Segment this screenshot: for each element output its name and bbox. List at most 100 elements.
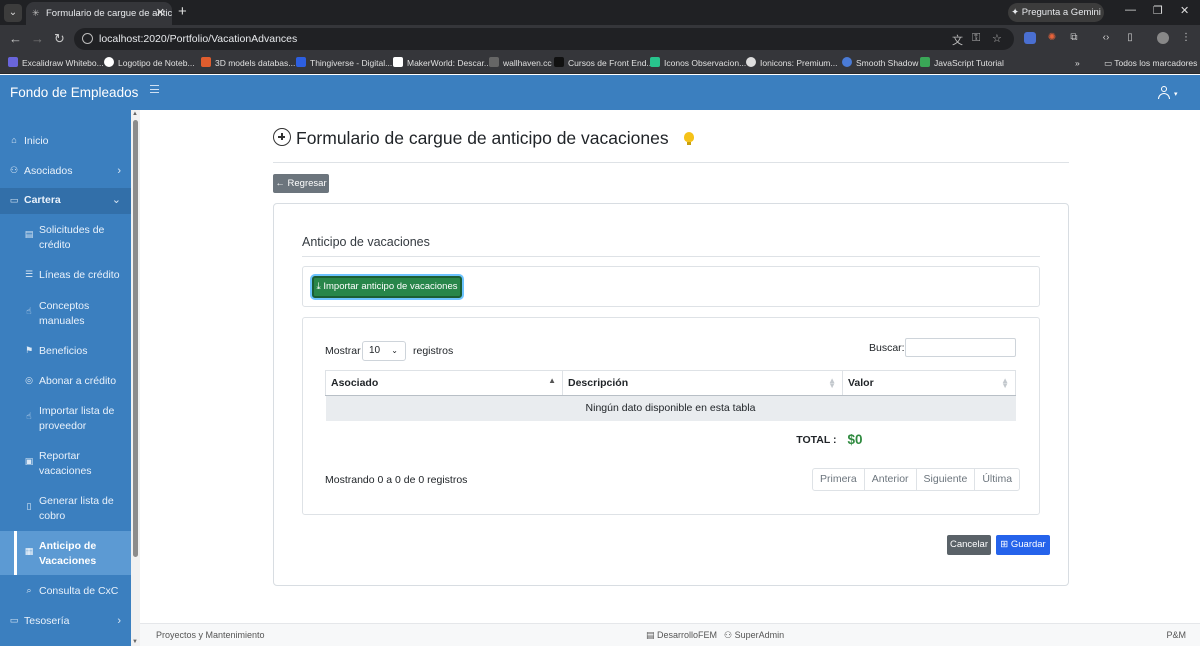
bookmark-item[interactable]: Smooth Shadow	[842, 57, 918, 70]
forward-arrow-icon[interactable]: →	[31, 31, 44, 47]
coin-icon: ◎	[25, 375, 33, 385]
datatable-container: Mostrar 10 ⌄ registros Buscar: Asociado …	[302, 317, 1040, 515]
page-size-select[interactable]: 10 ⌄	[362, 341, 406, 361]
menu-toggle-icon[interactable]	[150, 85, 159, 93]
extension-icon[interactable]	[1024, 32, 1036, 44]
sidebar-item-generar-lista[interactable]: ▯ Generar lista de cobro	[0, 494, 131, 524]
tab-search-icon[interactable]: ⌄	[4, 4, 22, 22]
minimize-icon[interactable]: —	[1125, 4, 1136, 16]
sidebar-item-abonar[interactable]: ◎ Abonar a crédito	[0, 374, 131, 389]
tab-close-icon[interactable]: ✕	[156, 2, 165, 25]
user-icon[interactable]	[1158, 86, 1170, 99]
bookmark-item[interactable]: Iconos Observacion...	[650, 57, 746, 70]
trash-icon[interactable]: ▯	[1124, 32, 1136, 44]
bookmark-favicon-icon	[842, 57, 852, 67]
pager-previous[interactable]: Anterior	[865, 469, 917, 490]
maximize-icon[interactable]: ❐	[1153, 4, 1163, 17]
main-content: Formulario de cargue de anticipo de vaca…	[140, 110, 1200, 623]
pager-next[interactable]: Siguiente	[917, 469, 976, 490]
sidebar-item-lineas[interactable]: ☰ Líneas de crédito	[0, 268, 131, 283]
save-button[interactable]: ⊞ Guardar	[996, 535, 1050, 555]
bookmark-item[interactable]: Cursos de Front End...	[554, 57, 654, 70]
sort-icon: ▲ ▼	[828, 376, 836, 390]
sidebar-item-tesoreria[interactable]: ▭ Tesosería ›	[0, 614, 131, 629]
bookmarks-overflow-icon[interactable]: »	[1075, 57, 1080, 70]
scroll-up-icon[interactable]: ▲	[132, 111, 138, 117]
bookmark-item[interactable]: Logotipo de Noteb...	[104, 57, 195, 70]
app-brand[interactable]: Fondo de Empleados	[10, 75, 138, 110]
bookmark-favicon-icon	[746, 57, 756, 67]
bookmark-item[interactable]: Excalidraw Whitebo...	[8, 57, 104, 70]
treasury-icon: ▭	[9, 615, 19, 625]
footer: Proyectos y Mantenimiento ▤ DesarrolloFE…	[140, 623, 1200, 646]
calendar-icon: ▦	[24, 546, 34, 556]
lightbulb-icon[interactable]	[684, 132, 694, 145]
pager-first[interactable]: Primera	[813, 469, 865, 490]
total-row: TOTAL : $0	[326, 421, 1016, 459]
bookmark-item[interactable]: Thingiverse - Digital...	[296, 57, 392, 70]
sort-asc-icon: ▲	[548, 376, 556, 385]
file-icon: ▯	[26, 501, 32, 511]
site-info-icon[interactable]	[82, 33, 93, 44]
sidebar-item-anticipo[interactable]: ▦ Anticipo de Vacaciones	[0, 531, 131, 575]
active-indicator	[14, 531, 17, 575]
column-header-descripcion[interactable]: Descripción ▲ ▼	[562, 370, 843, 396]
bookmark-item[interactable]: wallhaven.cc	[489, 57, 552, 70]
sidebar-scrollbar[interactable]: ▲ ▼	[131, 110, 140, 646]
sidebar-item-solicitudes[interactable]: ▤ Solicitudes de crédito	[0, 223, 131, 253]
sidebar-item-cartera[interactable]: ▭ Cartera ⌄	[0, 188, 131, 214]
bookmark-item[interactable]: 3D models databas...	[201, 57, 295, 70]
sidebar-item-inicio[interactable]: ⌂ Inicio	[0, 134, 131, 149]
sidebar-item-asociados[interactable]: ⚇ Asociados ›	[0, 164, 131, 179]
browser-toolbar: ← → ↻ localhost:2020/Portfolio/VacationA…	[0, 25, 1200, 53]
browser-menu-icon[interactable]: ⋮	[1180, 32, 1192, 44]
column-header-valor[interactable]: Valor ▲ ▼	[842, 370, 1016, 396]
devtools-icon[interactable]: ‹›	[1100, 32, 1112, 44]
sidebar-item-consulta[interactable]: ⌕ Consulta de CxC	[0, 584, 131, 599]
extension-burst-icon[interactable]: ✺	[1046, 32, 1058, 44]
import-section: ⤓ Importar anticipo de vacaciones	[302, 266, 1040, 307]
bookmark-star-icon[interactable]: ☆	[992, 32, 1002, 45]
bookmark-item[interactable]: MakerWorld: Descar...	[393, 57, 491, 70]
translate-icon[interactable]: 文	[952, 32, 963, 48]
new-tab-button[interactable]: +	[178, 3, 187, 21]
scroll-down-icon[interactable]: ▼	[132, 639, 138, 645]
report-icon: ▣	[24, 456, 34, 466]
table-row: Ningún dato disponible en esta tabla	[325, 395, 1016, 421]
bookmark-favicon-icon	[489, 57, 499, 67]
password-key-icon[interactable]: ⚿	[972, 32, 980, 45]
bookmark-item[interactable]: Ionicons: Premium...	[746, 57, 837, 70]
column-header-asociado[interactable]: Asociado ▲	[325, 370, 563, 396]
window-close-icon[interactable]: ✕	[1180, 4, 1189, 17]
import-vacation-advance-button[interactable]: ⤓ Importar anticipo de vacaciones	[312, 276, 462, 298]
users-icon: ⚇	[9, 165, 19, 175]
scroll-thumb[interactable]	[133, 120, 138, 557]
bookmark-item[interactable]: JavaScript Tutorial	[920, 57, 1004, 70]
page-title: Formulario de cargue de anticipo de vaca…	[296, 128, 669, 148]
back-button[interactable]: ← Regresar	[273, 174, 329, 193]
total-label: TOTAL :	[796, 433, 837, 446]
chevron-down-icon[interactable]: ▾	[1174, 90, 1178, 98]
extensions-puzzle-icon[interactable]: ⧉	[1068, 32, 1080, 44]
search-input[interactable]	[905, 338, 1016, 357]
hand-pointer-icon: ☝	[26, 411, 32, 421]
database-icon: ▤	[646, 630, 658, 640]
profile-avatar-icon[interactable]	[1157, 32, 1169, 44]
back-arrow-icon[interactable]: ←	[9, 31, 22, 47]
table-info: Mostrando 0 a 0 de 0 registros	[325, 474, 468, 486]
footer-company: Proyectos y Mantenimiento	[156, 630, 265, 640]
sidebar-item-beneficios[interactable]: ⚑ Beneficios	[0, 344, 131, 359]
sidebar-item-conceptos[interactable]: ☝ Conceptos manuales	[0, 299, 131, 329]
tab-title: Formulario de cargue de anticipo	[46, 8, 172, 19]
pager-last[interactable]: Última	[975, 469, 1019, 490]
reload-icon[interactable]: ↻	[54, 31, 65, 47]
all-bookmarks-folder[interactable]: ▭ Todos los marcadores	[1104, 57, 1197, 70]
browser-tab[interactable]: ✳ Formulario de cargue de anticipo ✕	[26, 2, 172, 25]
sidebar-item-reportar[interactable]: ▣ Reportar vacaciones	[0, 449, 131, 479]
cancel-button[interactable]: Cancelar	[947, 535, 991, 555]
bookmark-favicon-icon	[920, 57, 930, 67]
plus-circle-icon	[273, 128, 291, 146]
address-bar[interactable]: localhost:2020/Portfolio/VacationAdvance…	[74, 28, 1014, 50]
sidebar-item-importar-lista[interactable]: ☝ Importar lista de proveedor	[0, 404, 131, 434]
gemini-button[interactable]: ✦ Pregunta a Gemini	[1008, 3, 1104, 22]
